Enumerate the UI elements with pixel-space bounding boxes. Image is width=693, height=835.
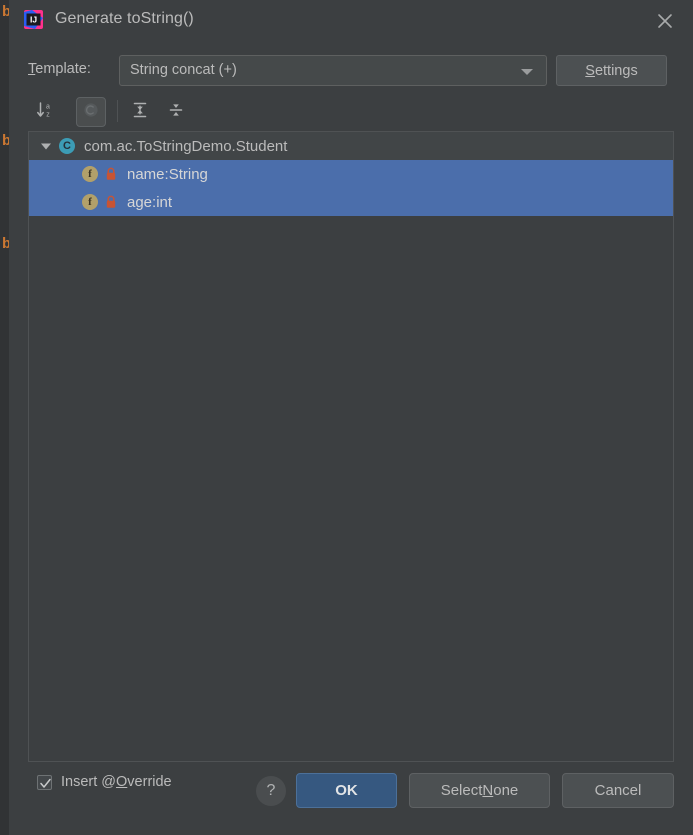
select-none-button[interactable]: Select None	[409, 773, 550, 808]
expand-all-icon	[131, 101, 149, 124]
close-icon[interactable]	[653, 9, 677, 33]
settings-button-accel: S	[585, 62, 595, 79]
select-none-label-after: one	[493, 782, 519, 799]
chevron-down-icon[interactable]	[39, 139, 53, 153]
insert-override-label-before: Insert @	[61, 774, 117, 790]
tree-node-class-label: com.ac.ToStringDemo.Student	[84, 137, 288, 155]
insert-override-label-accel: O	[116, 774, 128, 790]
svg-text:a: a	[46, 103, 50, 110]
dialog-title: Generate toString()	[55, 10, 194, 27]
members-tree[interactable]: C com.ac.ToStringDemo.Student f name:Str…	[28, 131, 674, 762]
toolbar-separator	[117, 100, 118, 122]
select-none-label-before: Select	[440, 782, 483, 799]
template-label-rest: emplate:	[35, 61, 91, 77]
select-none-label-accel: N	[482, 782, 494, 799]
chevron-down-icon	[521, 69, 533, 75]
intellij-idea-logo-icon: IJ	[23, 9, 44, 30]
insert-override-label: Insert @Override	[61, 774, 172, 790]
editor-gutter	[0, 0, 9, 835]
template-selected-value: String concat (+)	[130, 62, 237, 78]
insert-override-label-after: verride	[127, 774, 172, 790]
dialog-footer: Insert @Override ? OK Select None Cancel	[9, 770, 693, 815]
circle-toggle-icon	[82, 101, 100, 124]
private-lock-icon	[105, 167, 117, 181]
collapse-all-button[interactable]	[161, 97, 191, 127]
class-icon: C	[59, 138, 75, 154]
tree-node-class[interactable]: C com.ac.ToStringDemo.Student	[29, 132, 673, 160]
cancel-button[interactable]: Cancel	[562, 773, 674, 808]
insert-override-checkbox[interactable]: Insert @Override	[37, 774, 172, 790]
tree-node-field-label: name:String	[127, 165, 208, 183]
sort-alphabetically-button[interactable]: a z	[30, 97, 60, 127]
field-icon: f	[82, 166, 98, 182]
tree-node-field[interactable]: f age:int	[29, 188, 673, 216]
check-icon	[40, 778, 51, 788]
generate-tostring-dialog: IJ Generate toString() Template: String …	[9, 0, 693, 835]
collapse-all-icon	[167, 101, 185, 124]
settings-button[interactable]: Settings	[556, 55, 667, 86]
template-row: Template: String concat (+) Settings	[9, 55, 693, 87]
toggle-selection-button[interactable]	[76, 97, 106, 127]
checkbox-box	[37, 774, 52, 790]
ok-button[interactable]: OK	[296, 773, 397, 808]
expand-all-button[interactable]	[125, 97, 155, 127]
template-label: Template:	[28, 61, 91, 77]
dialog-titlebar: IJ Generate toString()	[9, 0, 693, 41]
settings-button-rest: ettings	[594, 62, 638, 79]
private-lock-icon	[105, 195, 117, 209]
tree-node-field[interactable]: f name:String	[29, 160, 673, 188]
tree-toolbar: a z	[9, 96, 693, 128]
field-icon: f	[82, 194, 98, 210]
template-combobox[interactable]: String concat (+)	[119, 55, 547, 86]
tree-node-field-label: age:int	[127, 193, 173, 211]
svg-text:IJ: IJ	[30, 15, 37, 25]
sort-alphabetically-icon: a z	[36, 101, 54, 124]
help-button[interactable]: ?	[256, 776, 286, 806]
svg-text:z: z	[46, 111, 50, 118]
